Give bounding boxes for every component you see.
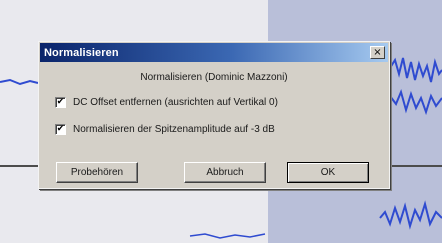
- preview-button[interactable]: Probehören: [56, 162, 138, 183]
- normalize-peak-checkbox[interactable]: ✔: [55, 124, 66, 135]
- normalize-peak-label: Normalisieren der Spitzenamplitude auf -…: [73, 124, 275, 135]
- dc-offset-checkbox[interactable]: ✔: [55, 97, 66, 108]
- dc-offset-option[interactable]: ✔ DC Offset entfernen (ausrichten auf Ve…: [55, 97, 278, 108]
- dc-offset-label: DC Offset entfernen (ausrichten auf Vert…: [73, 97, 278, 108]
- normalize-dialog: Normalisieren × Normalisieren (Dominic M…: [38, 41, 390, 189]
- dialog-title: Normalisieren: [44, 46, 119, 59]
- cancel-button[interactable]: Abbruch: [184, 162, 266, 183]
- check-icon: ✔: [56, 97, 65, 107]
- dialog-subtitle: Normalisieren (Dominic Mazzoni): [140, 72, 288, 83]
- normalize-peak-option[interactable]: ✔ Normalisieren der Spitzenamplitude auf…: [55, 124, 275, 135]
- check-icon: ✔: [56, 124, 65, 134]
- dialog-titlebar[interactable]: Normalisieren ×: [40, 43, 388, 62]
- close-icon[interactable]: ×: [370, 46, 385, 59]
- ok-button[interactable]: OK: [287, 162, 369, 183]
